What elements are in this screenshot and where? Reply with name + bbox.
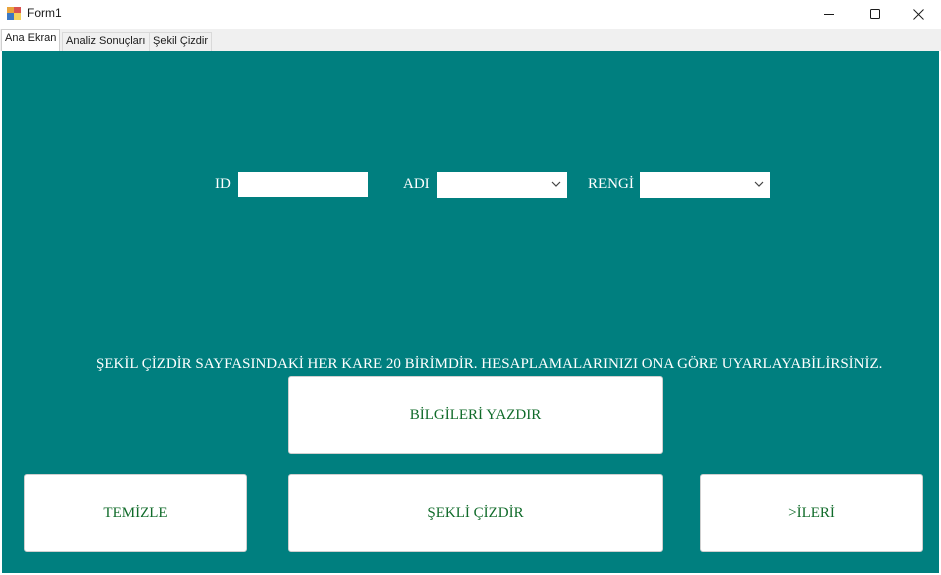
tab-sekil-cizdir[interactable]: Şekil Çizdir	[149, 32, 213, 51]
color-combobox[interactable]	[640, 172, 770, 198]
chevron-down-icon	[754, 181, 764, 187]
draw-shape-button[interactable]: ŞEKLİ ÇİZDİR	[288, 474, 663, 552]
maximize-icon	[870, 9, 880, 19]
name-label: ADI	[403, 176, 430, 192]
minimize-button[interactable]	[806, 0, 852, 28]
app-icon	[7, 7, 21, 20]
id-input[interactable]	[238, 172, 368, 197]
window-title: Form1	[27, 6, 62, 20]
main-panel: ID ADI RENGİ ŞEKİL ÇİZDİR SAYFASINDAKİ H…	[2, 51, 939, 573]
minimize-icon	[824, 14, 834, 15]
clear-button[interactable]: TEMİZLE	[24, 474, 247, 552]
color-label: RENGİ	[588, 176, 634, 192]
id-label: ID	[215, 176, 231, 192]
tab-analiz-sonuclari[interactable]: Analiz Sonuçları	[62, 32, 150, 51]
close-icon	[912, 8, 924, 20]
print-info-button[interactable]: BİLGİLERİ YAZDIR	[288, 376, 663, 454]
tab-strip: Ana Ekran Analiz Sonuçları Şekil Çizdir	[0, 29, 941, 51]
info-text: ŞEKİL ÇİZDİR SAYFASINDAKİ HER KARE 20 Bİ…	[96, 356, 883, 372]
chevron-down-icon	[551, 181, 561, 187]
tab-ana-ekran[interactable]: Ana Ekran	[1, 29, 61, 51]
next-button[interactable]: >İLERİ	[700, 474, 923, 552]
title-bar: Form1	[0, 0, 941, 28]
close-button[interactable]	[895, 0, 941, 28]
maximize-button[interactable]	[852, 0, 898, 28]
name-combobox[interactable]	[437, 172, 567, 198]
